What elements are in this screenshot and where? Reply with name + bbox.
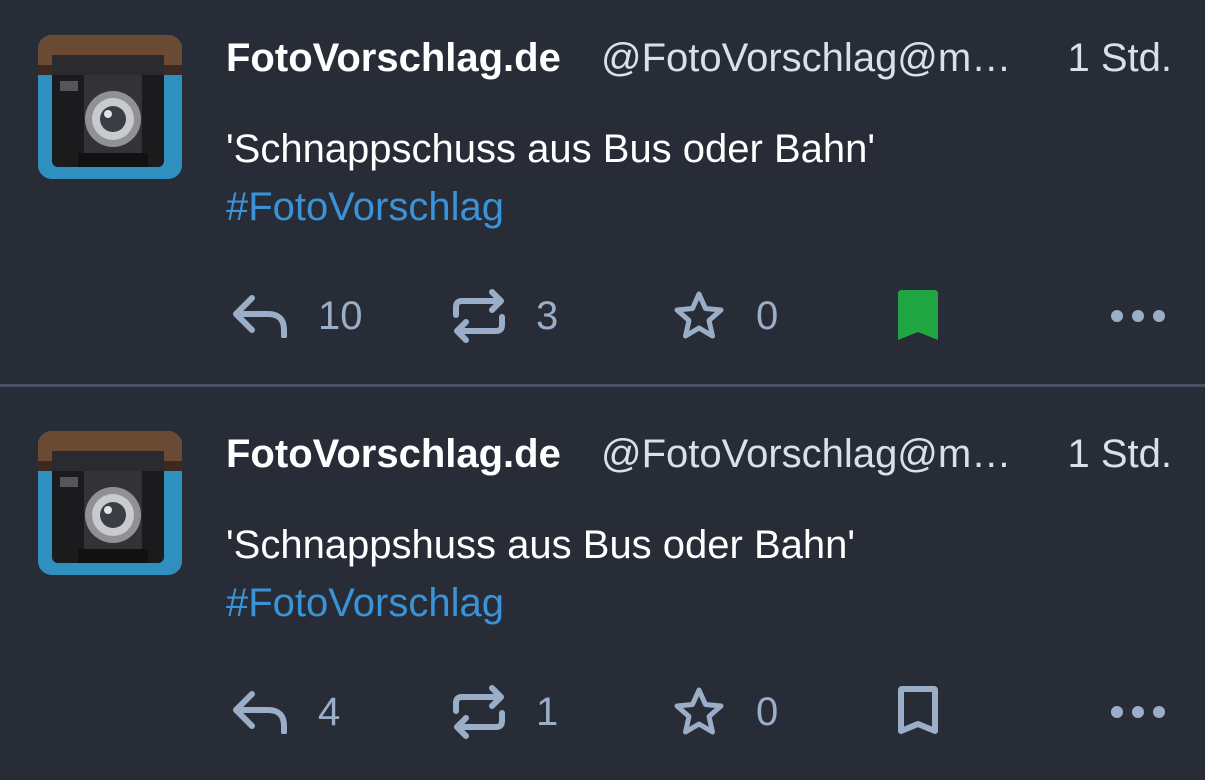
post-divider <box>0 384 1205 387</box>
bookmark-button[interactable] <box>894 284 942 348</box>
reply-count: 10 <box>318 293 363 338</box>
favourite-count: 0 <box>756 689 779 734</box>
boost-icon <box>453 685 505 739</box>
reply-icon <box>233 295 287 338</box>
star-icon <box>674 291 724 339</box>
post-timestamp[interactable]: 1 Std. <box>1067 36 1172 81</box>
ellipsis-icon <box>1111 310 1165 322</box>
avatar[interactable] <box>38 35 182 179</box>
reply-button[interactable]: 10 <box>232 284 363 348</box>
display-name[interactable]: FotoVorschlag.de <box>226 432 561 477</box>
post-action-bar: 4 1 0 <box>0 680 1205 744</box>
camera-photo-avatar <box>38 431 182 575</box>
boost-button[interactable]: 1 <box>452 680 558 744</box>
account-handle[interactable]: @FotoVorschlag@mastodon.social <box>601 432 1013 477</box>
bookmark-filled-icon <box>898 290 938 340</box>
post-timestamp[interactable]: 1 Std. <box>1067 432 1172 477</box>
more-options-button[interactable] <box>1108 284 1168 348</box>
status-post[interactable]: FotoVorschlag.de @FotoVorschlag@mastodon… <box>0 0 1205 390</box>
display-name[interactable]: FotoVorschlag.de <box>226 36 561 81</box>
reply-count: 4 <box>318 689 341 734</box>
boost-button[interactable]: 3 <box>452 284 558 348</box>
favourite-button[interactable]: 0 <box>672 284 778 348</box>
reply-button[interactable]: 4 <box>232 680 340 744</box>
boost-count: 3 <box>536 293 559 338</box>
bookmark-button[interactable] <box>894 680 942 744</box>
avatar[interactable] <box>38 431 182 575</box>
boost-count: 1 <box>536 689 559 734</box>
favourite-count: 0 <box>756 293 779 338</box>
favourite-button[interactable]: 0 <box>672 680 778 744</box>
post-text: 'Schnappschuss aus Bus oder Bahn' <box>226 127 876 171</box>
post-content: 'Schnappschuss aus Bus oder Bahn' #FotoV… <box>226 120 875 236</box>
post-content: 'Schnappshuss aus Bus oder Bahn' #FotoVo… <box>226 516 855 632</box>
ellipsis-icon <box>1111 706 1165 718</box>
more-options-button[interactable] <box>1108 680 1168 744</box>
hashtag-link[interactable]: #FotoVorschlag <box>226 574 855 632</box>
post-text: 'Schnappshuss aus Bus oder Bahn' <box>226 523 856 567</box>
account-handle[interactable]: @FotoVorschlag@mastodon.social <box>601 36 1013 81</box>
hashtag-link[interactable]: #FotoVorschlag <box>226 178 875 236</box>
status-post[interactable]: FotoVorschlag.de @FotoVorschlag@mastodon… <box>0 396 1205 780</box>
bookmark-icon <box>898 686 938 734</box>
reply-icon <box>233 691 287 734</box>
post-action-bar: 10 3 0 <box>0 284 1205 348</box>
star-icon <box>674 687 724 735</box>
timeline-feed: FotoVorschlag.de @FotoVorschlag@mastodon… <box>0 0 1205 780</box>
boost-icon <box>453 289 505 343</box>
camera-photo-avatar <box>38 35 182 179</box>
